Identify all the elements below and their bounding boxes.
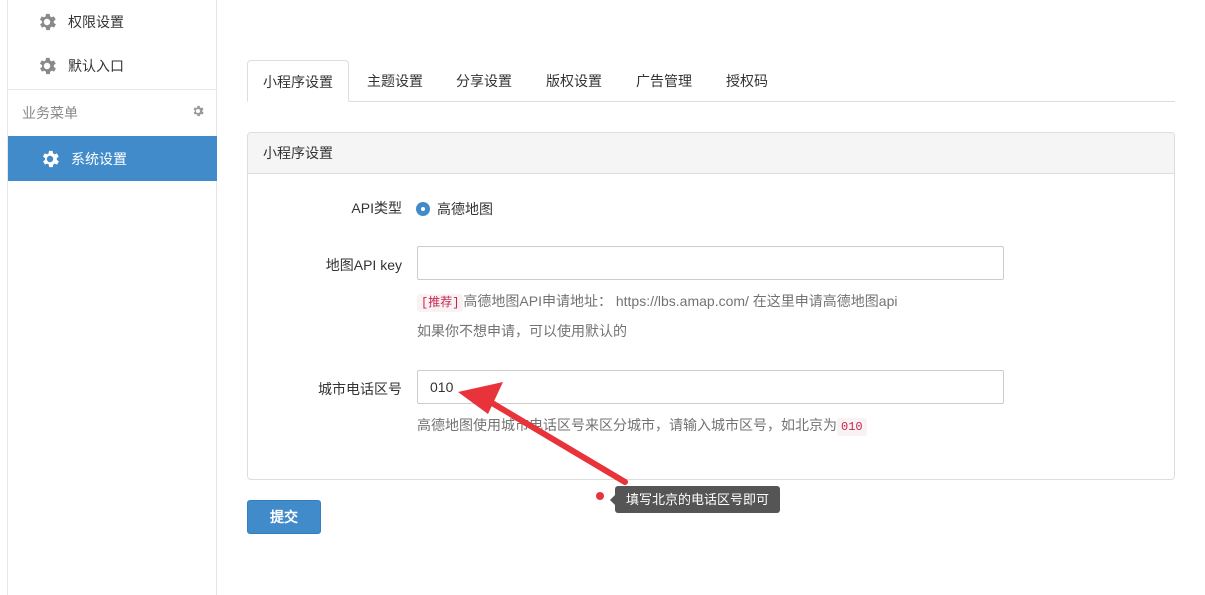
tab-auth-code[interactable]: 授权码 [714,60,780,102]
tab-theme-settings[interactable]: 主题设置 [355,60,435,102]
gear-icon [36,11,58,33]
tab-label: 版权设置 [546,73,602,89]
city-code-input[interactable] [417,370,1004,404]
tab-copyright-settings[interactable]: 版权设置 [534,60,614,102]
tab-share-settings[interactable]: 分享设置 [444,60,524,102]
sidebar-section-title: 业务菜单 [22,104,78,121]
gear-icon[interactable] [191,104,205,118]
sidebar-item-system-settings[interactable]: 系统设置 [8,136,217,181]
tab-label: 授权码 [726,73,768,89]
tab-label: 广告管理 [636,73,692,89]
city-code-example: 010 [837,418,867,436]
annotation-tooltip: 填写北京的电话区号即可 [609,486,781,513]
tab-ad-management[interactable]: 广告管理 [624,60,704,102]
gear-icon [39,148,61,170]
tab-miniprogram-settings[interactable]: 小程序设置 [247,60,349,102]
sidebar-section-business-menu: 业务菜单 [8,89,217,135]
api-type-option-label: 高德地图 [437,201,493,217]
city-code-label: 城市电话区号 [318,381,402,397]
sidebar: 权限设置 默认入口 业务菜单 系统设置 [0,0,217,595]
annotation-marker [596,492,604,500]
recommend-tag: [推荐] [417,294,464,312]
sidebar-item-default-entry[interactable]: 默认入口 [8,44,217,88]
sidebar-item-permissions[interactable]: 权限设置 [8,0,217,44]
api-key-label: 地图API key [325,257,402,273]
api-type-radio-amap[interactable]: 高德地图 [416,199,493,219]
tab-label: 小程序设置 [263,74,333,90]
sidebar-item-label: 默认入口 [68,58,124,74]
gear-icon [36,55,58,77]
sidebar-item-label: 权限设置 [68,14,124,30]
panel-title: 小程序设置 [248,133,1174,174]
submit-button[interactable]: 提交 [247,500,321,534]
api-type-label: API类型 [351,200,402,216]
city-code-help-text: 高德地图使用城市电话区号来区分城市，请输入城市区号，如北京为 [417,417,837,433]
tab-label: 分享设置 [456,73,512,89]
api-key-help: [推荐] 高德地图API申请地址： https://lbs.amap.com/ 在… [417,291,898,312]
city-code-help: 高德地图使用城市电话区号来区分城市，请输入城市区号，如北京为 010 [417,415,867,436]
tab-label: 主题设置 [367,73,423,89]
sidebar-menu: 权限设置 默认入口 业务菜单 系统设置 [7,0,217,595]
api-key-help-text: 高德地图API申请地址： https://lbs.amap.com/ 在这里申请… [463,293,898,309]
settings-tabs: 小程序设置 主题设置 分享设置 版权设置 广告管理 授权码 [247,60,1175,102]
api-key-help-2: 如果你不想申请，可以使用默认的 [417,323,627,339]
sidebar-item-label: 系统设置 [71,150,127,167]
radio-selected-icon [416,202,430,216]
api-key-input[interactable] [417,246,1004,280]
